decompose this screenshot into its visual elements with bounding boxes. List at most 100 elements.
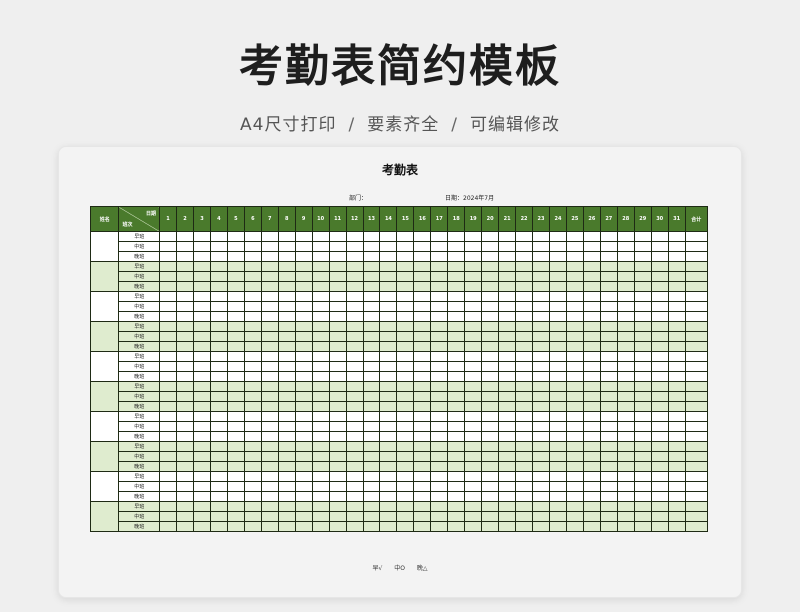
attendance-cell[interactable] — [176, 491, 194, 502]
attendance-cell[interactable] — [667, 351, 686, 362]
total-cell[interactable] — [684, 471, 709, 482]
attendance-cell[interactable] — [464, 491, 483, 502]
attendance-cell[interactable] — [498, 451, 517, 462]
attendance-cell[interactable] — [464, 371, 483, 382]
attendance-cell[interactable] — [396, 521, 415, 532]
attendance-cell[interactable] — [345, 351, 364, 362]
attendance-cell[interactable] — [159, 381, 178, 392]
attendance-cell[interactable] — [430, 311, 449, 322]
attendance-cell[interactable] — [226, 441, 245, 452]
attendance-cell[interactable] — [192, 281, 211, 292]
attendance-cell[interactable] — [667, 281, 686, 292]
attendance-cell[interactable] — [548, 371, 567, 382]
attendance-cell[interactable] — [599, 451, 618, 462]
attendance-cell[interactable] — [599, 441, 618, 452]
attendance-cell[interactable] — [209, 491, 228, 502]
attendance-cell[interactable] — [413, 501, 432, 512]
attendance-cell[interactable] — [413, 271, 432, 282]
attendance-cell[interactable] — [379, 271, 398, 282]
attendance-cell[interactable] — [413, 471, 432, 482]
attendance-cell[interactable] — [498, 231, 517, 242]
attendance-cell[interactable] — [159, 271, 178, 282]
attendance-cell[interactable] — [226, 461, 245, 472]
attendance-cell[interactable] — [633, 501, 652, 512]
attendance-cell[interactable] — [532, 341, 550, 352]
attendance-cell[interactable] — [532, 261, 550, 272]
attendance-cell[interactable] — [481, 521, 500, 532]
attendance-cell[interactable] — [379, 401, 398, 412]
total-cell[interactable] — [684, 351, 709, 362]
employee-name-cell[interactable] — [89, 381, 120, 412]
attendance-cell[interactable] — [396, 271, 415, 282]
attendance-cell[interactable] — [379, 281, 398, 292]
attendance-cell[interactable] — [294, 481, 313, 492]
attendance-cell[interactable] — [565, 341, 584, 352]
attendance-cell[interactable] — [565, 461, 584, 472]
attendance-cell[interactable] — [311, 521, 330, 532]
attendance-cell[interactable] — [582, 401, 601, 412]
attendance-cell[interactable] — [277, 231, 296, 242]
attendance-cell[interactable] — [209, 451, 228, 462]
attendance-cell[interactable] — [616, 501, 635, 512]
attendance-cell[interactable] — [176, 281, 194, 292]
attendance-cell[interactable] — [396, 431, 415, 442]
employee-name-cell[interactable] — [89, 261, 120, 292]
attendance-cell[interactable] — [667, 241, 686, 252]
attendance-cell[interactable] — [311, 291, 330, 302]
attendance-cell[interactable] — [532, 511, 550, 522]
attendance-cell[interactable] — [243, 241, 262, 252]
attendance-cell[interactable] — [345, 511, 364, 522]
attendance-cell[interactable] — [599, 481, 618, 492]
attendance-cell[interactable] — [565, 301, 584, 312]
attendance-cell[interactable] — [396, 391, 415, 402]
attendance-cell[interactable] — [345, 491, 364, 502]
attendance-cell[interactable] — [396, 331, 415, 342]
attendance-cell[interactable] — [328, 391, 347, 402]
attendance-cell[interactable] — [650, 451, 669, 462]
attendance-cell[interactable] — [328, 321, 347, 332]
attendance-cell[interactable] — [633, 281, 652, 292]
attendance-cell[interactable] — [498, 371, 517, 382]
attendance-cell[interactable] — [481, 331, 500, 342]
attendance-cell[interactable] — [548, 281, 567, 292]
attendance-cell[interactable] — [515, 411, 534, 422]
attendance-cell[interactable] — [481, 441, 500, 452]
attendance-cell[interactable] — [633, 391, 652, 402]
attendance-cell[interactable] — [260, 301, 279, 312]
employee-name-cell[interactable] — [89, 351, 120, 382]
attendance-cell[interactable] — [294, 241, 313, 252]
attendance-cell[interactable] — [650, 261, 669, 272]
attendance-cell[interactable] — [582, 391, 601, 402]
attendance-cell[interactable] — [650, 441, 669, 452]
attendance-cell[interactable] — [243, 281, 262, 292]
attendance-cell[interactable] — [498, 291, 517, 302]
attendance-cell[interactable] — [192, 461, 211, 472]
attendance-cell[interactable] — [447, 431, 466, 442]
attendance-cell[interactable] — [311, 271, 330, 282]
attendance-cell[interactable] — [328, 401, 347, 412]
attendance-cell[interactable] — [328, 381, 347, 392]
attendance-cell[interactable] — [447, 301, 466, 312]
attendance-cell[interactable] — [430, 521, 449, 532]
attendance-cell[interactable] — [430, 381, 449, 392]
attendance-cell[interactable] — [413, 341, 432, 352]
attendance-cell[interactable] — [413, 331, 432, 342]
attendance-cell[interactable] — [362, 321, 381, 332]
attendance-cell[interactable] — [396, 281, 415, 292]
attendance-cell[interactable] — [362, 401, 381, 412]
attendance-cell[interactable] — [294, 301, 313, 312]
attendance-cell[interactable] — [260, 341, 279, 352]
attendance-cell[interactable] — [379, 511, 398, 522]
attendance-cell[interactable] — [464, 451, 483, 462]
attendance-cell[interactable] — [650, 381, 669, 392]
attendance-cell[interactable] — [582, 351, 601, 362]
attendance-cell[interactable] — [345, 481, 364, 492]
attendance-cell[interactable] — [650, 341, 669, 352]
attendance-cell[interactable] — [311, 511, 330, 522]
attendance-cell[interactable] — [667, 431, 686, 442]
attendance-cell[interactable] — [481, 291, 500, 302]
attendance-cell[interactable] — [565, 391, 584, 402]
attendance-cell[interactable] — [532, 441, 550, 452]
attendance-cell[interactable] — [616, 271, 635, 282]
attendance-cell[interactable] — [582, 381, 601, 392]
